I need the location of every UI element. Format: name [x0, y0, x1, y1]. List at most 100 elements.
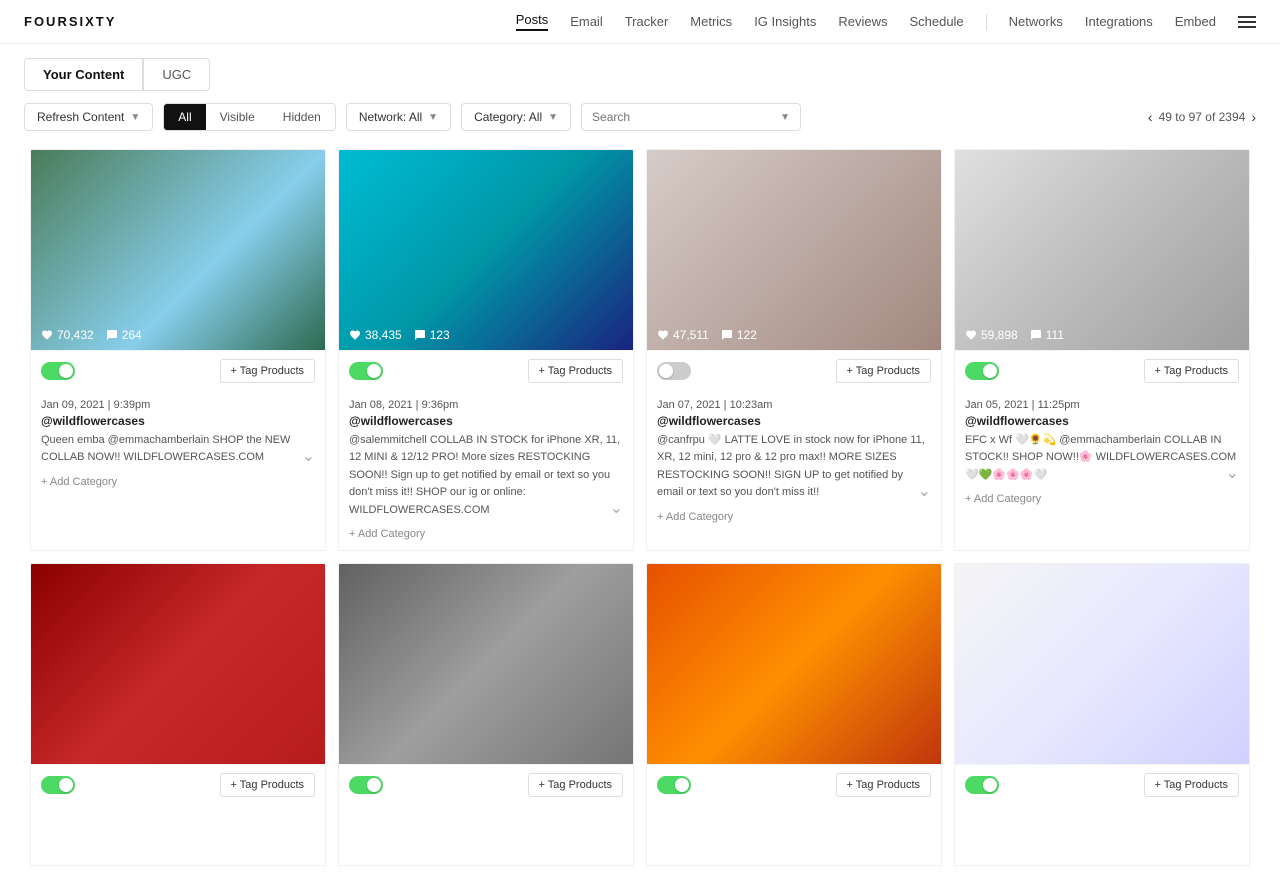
card-actions-row: + Tag Products [339, 764, 633, 805]
nav-reviews[interactable]: Reviews [838, 14, 887, 29]
card-body [955, 805, 1249, 865]
content-tabs: Your Content UGC [0, 44, 1280, 91]
card-body [647, 805, 941, 865]
tab-ugc[interactable]: UGC [143, 58, 210, 91]
post-date: Jan 08, 2021 | 9:36pm [349, 399, 623, 411]
filter-hidden[interactable]: Hidden [269, 104, 335, 130]
search-input[interactable] [592, 110, 774, 124]
card-info: Jan 09, 2021 | 9:39pm @wildflowercases Q… [31, 391, 325, 472]
post-date: Jan 07, 2021 | 10:23am [657, 399, 931, 411]
comment-count: 111 [1030, 328, 1064, 342]
expand-caption-button[interactable]: ⌄ [298, 446, 315, 466]
post-handle: @wildflowercases [349, 414, 623, 428]
search-bar: ▼ [581, 103, 801, 131]
chevron-down-icon: ▼ [548, 112, 558, 123]
nav-schedule[interactable]: Schedule [909, 14, 963, 29]
search-dropdown-icon[interactable]: ▼ [780, 112, 790, 123]
heart-icon [41, 329, 53, 341]
comment-icon [106, 329, 118, 341]
filter-all[interactable]: All [164, 104, 205, 130]
visibility-toggle[interactable] [965, 362, 999, 380]
like-count: 47,511 [657, 328, 709, 342]
next-page-button[interactable]: › [1251, 109, 1256, 125]
post-stats-overlay: 38,435 123 [339, 320, 633, 350]
nav-email[interactable]: Email [570, 14, 603, 29]
tag-products-button[interactable]: + Tag Products [1144, 773, 1239, 797]
visibility-toggle[interactable] [349, 776, 383, 794]
add-category-button[interactable]: + Add Category [31, 472, 325, 498]
tag-products-button[interactable]: + Tag Products [1144, 359, 1239, 383]
prev-page-button[interactable]: ‹ [1148, 109, 1153, 125]
card-actions-row: + Tag Products [339, 350, 633, 391]
logo: FOURSIXTY [24, 14, 116, 29]
pagination: ‹ 49 to 97 of 2394 › [1148, 109, 1256, 125]
visibility-toggle[interactable] [349, 362, 383, 380]
expand-caption-button[interactable]: ⌄ [1222, 463, 1239, 483]
heart-icon [349, 329, 361, 341]
add-category-button[interactable]: + Add Category [647, 507, 941, 533]
nav-tracker[interactable]: Tracker [625, 14, 669, 29]
hamburger-menu[interactable] [1238, 16, 1256, 28]
like-count: 59,898 [965, 328, 1018, 342]
nav-networks[interactable]: Networks [1009, 14, 1063, 29]
comment-icon [721, 329, 733, 341]
add-category-button[interactable]: + Add Category [955, 489, 1249, 515]
tag-products-button[interactable]: + Tag Products [836, 359, 931, 383]
card-info: Jan 05, 2021 | 11:25pm @wildflowercases … [955, 391, 1249, 489]
visibility-toggle[interactable] [965, 776, 999, 794]
heart-icon [965, 329, 977, 341]
post-stats-overlay: 47,511 122 [647, 320, 941, 350]
pagination-text: 49 to 97 of 2394 [1159, 110, 1246, 124]
post-card: 38,435 123 + Tag Products Jan 08, 2021 |… [338, 149, 634, 551]
nav-embed[interactable]: Embed [1175, 14, 1216, 29]
card-body [31, 805, 325, 865]
visibility-toggle[interactable] [657, 776, 691, 794]
post-card: 70,432 264 + Tag Products Jan 09, 2021 |… [30, 149, 326, 551]
post-caption: Queen emba @emmachamberlain SHOP the NEW… [41, 434, 290, 463]
network-filter-dropdown[interactable]: Network: All ▼ [346, 103, 451, 131]
comment-icon [414, 329, 426, 341]
add-category-button[interactable]: + Add Category [339, 524, 633, 550]
post-image: 47,511 122 [647, 150, 941, 350]
nav-metrics[interactable]: Metrics [690, 14, 732, 29]
refresh-content-dropdown[interactable]: Refresh Content ▼ [24, 103, 153, 131]
post-handle: @wildflowercases [965, 414, 1239, 428]
post-date: Jan 05, 2021 | 11:25pm [965, 399, 1239, 411]
post-caption: EFC x Wf 🤍🌻💫 @emmachamberlain COLLAB IN … [965, 434, 1236, 481]
expand-caption-button[interactable]: ⌄ [914, 481, 931, 501]
card-info: Jan 07, 2021 | 10:23am @wildflowercases … [647, 391, 941, 507]
card-info: Jan 08, 2021 | 9:36pm @wildflowercases @… [339, 391, 633, 524]
card-body: Jan 05, 2021 | 11:25pm @wildflowercases … [955, 391, 1249, 515]
visibility-toggle[interactable] [41, 776, 75, 794]
visibility-toggle[interactable] [41, 362, 75, 380]
post-image [647, 564, 941, 764]
post-caption: @salemmitchell COLLAB IN STOCK for iPhon… [349, 434, 620, 516]
post-handle: @wildflowercases [41, 414, 315, 428]
tag-products-button[interactable]: + Tag Products [528, 773, 623, 797]
category-filter-dropdown[interactable]: Category: All ▼ [461, 103, 571, 131]
card-actions-row: + Tag Products [955, 764, 1249, 805]
filter-visible[interactable]: Visible [206, 104, 269, 130]
tag-products-button[interactable]: + Tag Products [220, 359, 315, 383]
tag-products-button[interactable]: + Tag Products [220, 773, 315, 797]
card-body [339, 805, 633, 865]
post-card: 47,511 122 + Tag Products Jan 07, 2021 |… [646, 149, 942, 551]
post-image: 38,435 123 [339, 150, 633, 350]
tag-products-button[interactable]: + Tag Products [836, 773, 931, 797]
posts-grid: 70,432 264 + Tag Products Jan 09, 2021 |… [0, 143, 1280, 872]
nav-posts[interactable]: Posts [516, 12, 549, 31]
chevron-down-icon: ▼ [130, 112, 140, 123]
post-card: + Tag Products [646, 563, 942, 866]
main-nav: Posts Email Tracker Metrics IG Insights … [516, 12, 1256, 31]
nav-integrations[interactable]: Integrations [1085, 14, 1153, 29]
post-image [339, 564, 633, 764]
nav-ig-insights[interactable]: IG Insights [754, 14, 816, 29]
comment-count: 264 [106, 328, 142, 342]
card-actions-row: + Tag Products [647, 350, 941, 391]
expand-caption-button[interactable]: ⌄ [606, 498, 623, 518]
visibility-toggle[interactable] [657, 362, 691, 380]
post-handle: @wildflowercases [657, 414, 931, 428]
tag-products-button[interactable]: + Tag Products [528, 359, 623, 383]
post-card: + Tag Products [338, 563, 634, 866]
tab-your-content[interactable]: Your Content [24, 58, 143, 91]
